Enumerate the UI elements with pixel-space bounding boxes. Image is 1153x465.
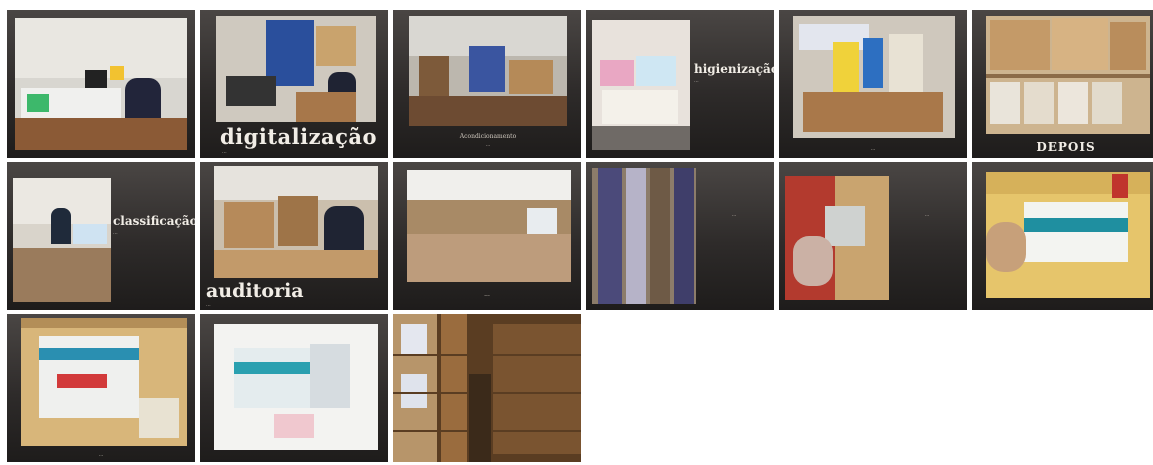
slide-higienizacao[interactable]: higienização ...	[586, 10, 774, 158]
slide-caption: ...	[731, 212, 737, 218]
slide-title: classificação	[113, 214, 195, 228]
label-box-photo	[986, 172, 1150, 298]
slide-boxes[interactable]: ...	[779, 10, 967, 158]
slide-caption: ...	[870, 146, 876, 152]
slide-archive-aisle[interactable]	[393, 314, 581, 462]
digitalizacao-photo	[216, 16, 376, 122]
archive-aisle-photo	[393, 314, 581, 462]
classificacao-photo	[13, 178, 111, 302]
shelves-photo	[592, 168, 696, 304]
slide-label-box[interactable]	[972, 162, 1153, 310]
slide-subcaption: ...	[485, 142, 491, 148]
slide-classificacao[interactable]: classificação ...	[7, 162, 195, 310]
office-photo	[15, 18, 187, 150]
slide-subcaption: ...	[206, 302, 211, 308]
slide-labeling[interactable]: ...	[779, 162, 967, 310]
slide-caption: ...	[98, 452, 104, 458]
slide-grid: digitalização ... Acondicionamento ... h…	[7, 10, 1153, 462]
boxes-photo	[793, 16, 955, 138]
slide-depois[interactable]: DEPOIS	[972, 10, 1153, 158]
label-on-box-photo	[21, 318, 187, 446]
slide-title: DEPOIS	[1036, 140, 1096, 154]
slide-title: digitalização	[220, 124, 378, 149]
auditoria-photo	[214, 166, 378, 278]
slide-archive-shelves[interactable]: ...	[586, 162, 774, 310]
slide-subcaption: ...	[694, 78, 699, 84]
slide-warehouse-wide[interactable]: ...	[393, 162, 581, 310]
slide-title: auditoria	[206, 280, 304, 302]
slide-caption: ...	[484, 291, 490, 298]
higienizacao-photo	[592, 20, 690, 150]
slide-label-mockup[interactable]	[200, 314, 388, 462]
slide-office-desk[interactable]	[7, 10, 195, 158]
slide-title: higienização	[694, 62, 774, 76]
slide-caption: Acondicionamento	[459, 133, 517, 140]
slide-acondicionamento[interactable]: Acondicionamento ...	[393, 10, 581, 158]
slide-digitalizacao[interactable]: digitalização ...	[200, 10, 388, 158]
slide-caption: ...	[924, 212, 930, 218]
warehouse-photo	[409, 16, 567, 126]
labeling-photo	[785, 176, 889, 300]
depois-photo	[986, 16, 1150, 134]
slide-auditoria[interactable]: auditoria ...	[200, 162, 388, 310]
slide-subcaption: ...	[113, 230, 118, 236]
warehouse-wide-photo	[407, 170, 571, 282]
slide-label-on-box[interactable]: ...	[7, 314, 195, 462]
slide-subcaption: ...	[222, 149, 227, 155]
label-mockup-photo	[214, 324, 378, 450]
